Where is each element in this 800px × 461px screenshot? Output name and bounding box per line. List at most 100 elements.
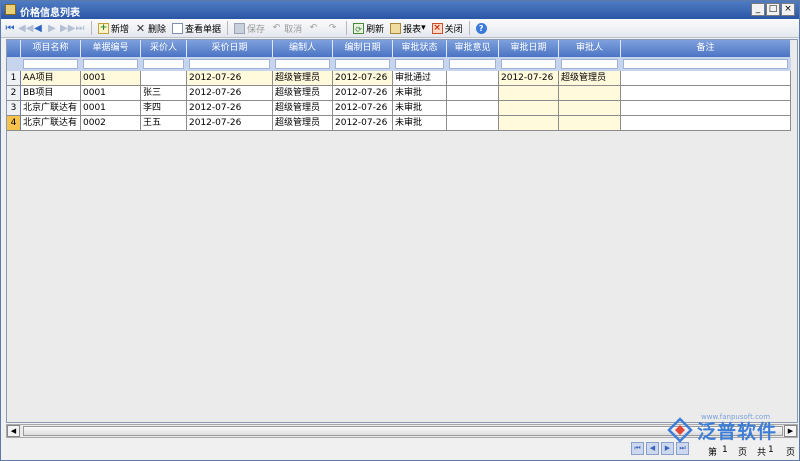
column-header[interactable]: 编制日期 (333, 40, 393, 57)
table-cell[interactable]: 2012-07-26 (333, 86, 393, 101)
table-cell[interactable]: 2012-07-26 (187, 71, 273, 86)
column-filter-input[interactable] (395, 59, 444, 69)
table-cell[interactable]: 0001 (81, 86, 141, 101)
table-cell[interactable]: 超级管理员 (273, 71, 333, 86)
table-row[interactable]: 3 北京广联达有 0001 李四 2012-07-26 超级管理员 2012-07-26 未审… (7, 101, 791, 116)
table-cell[interactable] (499, 116, 559, 131)
pager-first-icon[interactable]: ⏮ (631, 442, 644, 455)
next-page-icon[interactable]: ▶▶ (60, 23, 75, 34)
table-cell[interactable]: AA项目 (21, 71, 81, 86)
table-cell[interactable] (559, 86, 621, 101)
table-cell[interactable]: 超级管理员 (273, 86, 333, 101)
table-row[interactable]: 4 北京广联达有 0002 王五 2012-07-26 超级管理员 2012-07-26 未审… (7, 116, 791, 131)
table-cell[interactable]: 超级管理员 (273, 101, 333, 116)
new-button[interactable]: + 新增 (95, 20, 132, 36)
delete-button[interactable]: ✕ 删除 (132, 20, 169, 36)
table-cell[interactable]: 2012-07-26 (333, 101, 393, 116)
table-cell[interactable]: 超级管理员 (273, 116, 333, 131)
table-cell[interactable]: 0001 (81, 71, 141, 86)
prev-record-icon[interactable]: ◀ (32, 23, 44, 34)
table-cell[interactable] (499, 86, 559, 101)
column-header[interactable]: 采价人 (141, 40, 187, 57)
row-number[interactable]: 4 (7, 116, 21, 131)
close-window-button[interactable]: × (781, 3, 795, 16)
table-cell[interactable] (499, 101, 559, 116)
column-header[interactable]: 备注 (621, 40, 791, 57)
table-cell[interactable] (621, 116, 791, 131)
close-button-label: 关闭 (444, 24, 463, 35)
save-button[interactable]: 保存 (231, 20, 268, 36)
save-icon (234, 22, 246, 34)
column-filter-input[interactable] (561, 59, 618, 69)
table-cell[interactable]: 2012-07-26 (187, 101, 273, 116)
column-filter-input[interactable] (501, 59, 556, 69)
redo-button[interactable]: ↷ (324, 20, 343, 36)
row-number[interactable]: 2 (7, 86, 21, 101)
table-cell[interactable]: 2012-07-26 (333, 71, 393, 86)
row-number[interactable]: 1 (7, 71, 21, 86)
help-button[interactable]: ? (473, 20, 492, 36)
table-cell[interactable] (447, 101, 499, 116)
table-cell[interactable] (621, 101, 791, 116)
table-cell[interactable]: 未审批 (393, 86, 447, 101)
column-header[interactable]: 采价日期 (187, 40, 273, 57)
table-cell[interactable]: 王五 (141, 116, 187, 131)
table-cell[interactable]: 未审批 (393, 116, 447, 131)
cancel-button[interactable]: ↶ 取消 (268, 20, 305, 36)
view-document-button[interactable]: 查看单据 (169, 20, 224, 36)
table-cell[interactable]: 2012-07-26 (187, 116, 273, 131)
table-cell[interactable]: 2012-07-26 (499, 71, 559, 86)
next-record-icon[interactable]: ▶ (46, 23, 58, 34)
last-record-icon[interactable]: ⏭ (74, 23, 86, 34)
column-filter-input[interactable] (335, 59, 390, 69)
minimize-button[interactable]: _ (751, 3, 765, 16)
table-cell[interactable]: 未审批 (393, 101, 447, 116)
table-cell[interactable]: 0002 (81, 116, 141, 131)
table-cell[interactable]: 2012-07-26 (333, 116, 393, 131)
table-cell[interactable]: 超级管理员 (559, 71, 621, 86)
table-cell[interactable] (559, 116, 621, 131)
column-filter-input[interactable] (623, 59, 788, 69)
prev-page-icon[interactable]: ◀◀ (18, 23, 33, 34)
close-button[interactable]: × 关闭 (429, 20, 466, 36)
column-filter-input[interactable] (449, 59, 496, 69)
column-filter-input[interactable] (189, 59, 270, 69)
column-header[interactable]: 编制人 (273, 40, 333, 57)
refresh-button[interactable]: ⟳ 刷新 (350, 20, 387, 36)
row-number[interactable]: 3 (7, 101, 21, 116)
table-cell[interactable] (447, 116, 499, 131)
column-filter-input[interactable] (275, 59, 330, 69)
first-record-icon[interactable]: ⏮ (4, 23, 16, 34)
table-cell[interactable]: 审批通过 (393, 71, 447, 86)
table-cell[interactable]: BB项目 (21, 86, 81, 101)
column-filter-input[interactable] (83, 59, 138, 69)
column-header[interactable]: 单据编号 (81, 40, 141, 57)
table-cell[interactable]: 李四 (141, 101, 187, 116)
table-row[interactable]: 2 BB项目 0001 张三 2012-07-26 超级管理员 2012-07-26 未审批 (7, 86, 791, 101)
undo-button[interactable]: ↶ (305, 20, 324, 36)
column-header[interactable]: 审批状态 (393, 40, 447, 57)
table-cell[interactable]: 0001 (81, 101, 141, 116)
new-button-label: 新增 (111, 24, 130, 35)
pager-prev-icon[interactable]: ◀ (646, 442, 659, 455)
table-cell[interactable] (621, 71, 791, 86)
column-header[interactable]: 项目名称 (21, 40, 81, 57)
table-cell[interactable] (141, 71, 187, 86)
table-cell[interactable] (621, 86, 791, 101)
report-button[interactable]: 报表 ▾ (387, 20, 429, 36)
table-cell[interactable]: 张三 (141, 86, 187, 101)
table-row[interactable]: 1 AA项目 0001 2012-07-26 超级管理员 2012-07-26 审批通过 20… (7, 71, 791, 86)
column-header[interactable]: 审批人 (559, 40, 621, 57)
column-header[interactable]: 审批日期 (499, 40, 559, 57)
table-cell[interactable] (447, 71, 499, 86)
table-cell[interactable] (559, 101, 621, 116)
column-filter-input[interactable] (143, 59, 184, 69)
scroll-left-icon[interactable]: ◀ (7, 425, 20, 437)
restore-button[interactable]: □ (766, 3, 780, 16)
column-filter-input[interactable] (23, 59, 78, 69)
table-cell[interactable] (447, 86, 499, 101)
table-cell[interactable]: 北京广联达有 (21, 116, 81, 131)
table-cell[interactable]: 2012-07-26 (187, 86, 273, 101)
table-cell[interactable]: 北京广联达有 (21, 101, 81, 116)
column-header[interactable]: 审批意见 (447, 40, 499, 57)
